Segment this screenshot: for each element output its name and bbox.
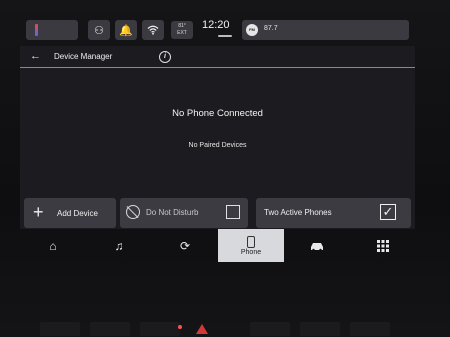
console-button[interactable] (300, 322, 340, 336)
console-button[interactable] (140, 322, 180, 336)
page-header: ← Device Manager i (20, 46, 415, 68)
no-paired-devices-message: No Paired Devices (188, 142, 247, 149)
clock-underline (218, 35, 232, 37)
two-active-phones-checkbox[interactable]: ✓ (380, 204, 396, 220)
nav-phone-label: Phone (240, 248, 262, 256)
plus-icon: + (33, 202, 44, 222)
radio-band-icon: FM (246, 24, 258, 36)
navigation-icon: ⟳ (179, 238, 191, 253)
nav-home[interactable]: ⌂ (20, 229, 86, 262)
do-not-disturb-icon (126, 205, 140, 219)
now-playing-radio[interactable]: FM 87.7 (242, 20, 376, 40)
driver-profile-icon[interactable]: ⚇ (88, 20, 110, 40)
add-device-label: Add Device (57, 209, 98, 218)
status-left-pill[interactable] (26, 20, 78, 40)
status-right-pill[interactable] (363, 20, 409, 40)
nav-audio[interactable]: ♫ (86, 229, 152, 262)
status-bar: ⚇ 🔔 81° EXT 12:20 FM 87.7 (20, 14, 415, 46)
clock: 12:20 (202, 19, 230, 31)
temperature-value: 81° (178, 23, 186, 29)
music-icon: ♫ (114, 238, 124, 253)
signal-indicator-icon (35, 24, 38, 36)
do-not-disturb-checkbox[interactable] (226, 205, 240, 219)
action-bar: + Add Device Do Not Disturb Two Active P… (24, 198, 411, 228)
two-active-phones-label: Two Active Phones (264, 208, 332, 217)
nav-apps[interactable] (350, 229, 415, 262)
do-not-disturb-label: Do Not Disturb (146, 208, 199, 217)
two-active-phones-toggle[interactable]: Two Active Phones ✓ (256, 198, 411, 228)
phone-icon (247, 235, 255, 248)
apps-grid-icon (377, 239, 389, 252)
radio-station: 87.7 (264, 25, 278, 32)
outside-temperature: 81° EXT (171, 21, 193, 39)
add-device-button[interactable]: + Add Device (24, 198, 116, 228)
temperature-label: EXT (177, 30, 187, 36)
nav-phone[interactable]: Phone (218, 229, 284, 262)
nav-vehicle[interactable] (284, 229, 350, 262)
console-button[interactable] (40, 322, 80, 336)
infotainment-screen: ⚇ 🔔 81° EXT 12:20 FM 87.7 ← Device Manag… (20, 14, 415, 262)
back-arrow-icon[interactable]: ← (30, 50, 41, 62)
do-not-disturb-toggle[interactable]: Do Not Disturb (120, 198, 248, 228)
hazard-icon[interactable] (196, 324, 208, 334)
console-panel (20, 300, 430, 337)
device-list-area: No Phone Connected No Paired Devices (20, 69, 415, 199)
console-button[interactable] (350, 322, 390, 336)
car-icon (311, 242, 323, 251)
info-icon[interactable]: i (159, 51, 171, 63)
home-icon: ⌂ (49, 238, 57, 253)
page-title: Device Manager (54, 52, 113, 61)
nav-navigation[interactable]: ⟳ (152, 229, 218, 262)
notification-bell-icon[interactable]: 🔔 (115, 20, 137, 40)
wifi-icon[interactable] (142, 20, 164, 40)
console-button[interactable] (90, 322, 130, 336)
indicator-light (178, 325, 182, 329)
console-button[interactable] (250, 322, 290, 336)
bottom-nav: ⌂ ♫ ⟳ Phone (20, 229, 415, 262)
no-phone-connected-message: No Phone Connected (172, 108, 263, 119)
